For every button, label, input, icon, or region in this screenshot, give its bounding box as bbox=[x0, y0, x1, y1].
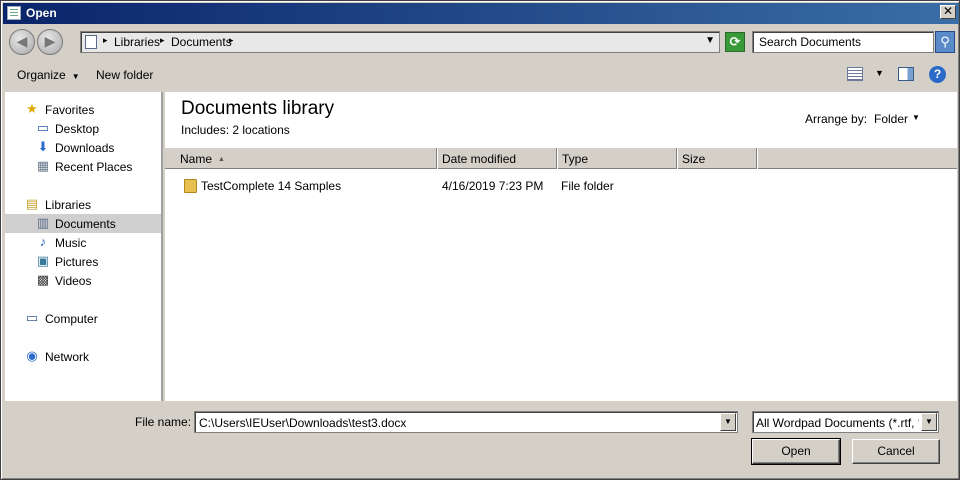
column-label: Name bbox=[180, 152, 213, 166]
nav-label: Computer bbox=[45, 312, 98, 326]
file-list-pane: Documents library Includes: 2 locations … bbox=[165, 92, 957, 401]
sort-ascending-icon: ▲ bbox=[218, 156, 225, 164]
breadcrumb-documents[interactable]: Documents bbox=[171, 35, 232, 49]
nav-label: Recent Places bbox=[55, 160, 133, 174]
open-dialog: Open ✕ ◀ ▶ ▸ Libraries ▸ Documents ▸ ▼ ⟳… bbox=[0, 0, 960, 480]
nav-item-videos[interactable]: ▩ Videos bbox=[5, 271, 161, 290]
caret-down-icon[interactable]: ▼ bbox=[912, 113, 920, 122]
close-button[interactable]: ✕ bbox=[940, 5, 956, 19]
caret-down-icon: ▼ bbox=[71, 72, 80, 81]
cancel-button[interactable]: Cancel bbox=[852, 439, 940, 464]
nav-label: Desktop bbox=[55, 122, 100, 136]
forward-arrow-icon: ▶ bbox=[44, 33, 56, 49]
nav-item-downloads[interactable]: ⬇ Downloads bbox=[5, 138, 161, 157]
nav-item-libraries[interactable]: ▤ Libraries bbox=[5, 195, 161, 214]
column-header-type[interactable]: Type bbox=[557, 148, 677, 169]
view-options-caret-icon[interactable]: ▼ bbox=[875, 68, 884, 78]
file-name-input[interactable]: C:\Users\IEUser\Downloads\test3.docx ▼ bbox=[194, 411, 738, 433]
search-icon: ⚲ bbox=[940, 34, 950, 49]
nav-label: Network bbox=[45, 350, 90, 364]
library-title: Documents library bbox=[181, 98, 335, 119]
star-icon: ★ bbox=[26, 101, 38, 116]
file-name-value: C:\Users\IEUser\Downloads\test3.docx bbox=[199, 416, 407, 430]
nav-item-music[interactable]: ♪ Music bbox=[5, 233, 161, 252]
search-button[interactable]: ⚲ bbox=[935, 31, 955, 53]
file-name-dropdown-icon[interactable]: ▼ bbox=[720, 413, 736, 431]
music-icon: ♪ bbox=[39, 234, 47, 249]
nav-label: Favorites bbox=[45, 103, 95, 117]
documents-icon: ▥ bbox=[36, 215, 50, 230]
library-icon bbox=[85, 35, 97, 49]
file-date-modified: 4/16/2019 7:23 PM bbox=[442, 179, 544, 193]
back-arrow-icon: ◀ bbox=[16, 33, 28, 49]
search-input[interactable]: Search Documents bbox=[752, 31, 934, 53]
recent-places-icon: ▦ bbox=[36, 158, 50, 173]
back-button[interactable]: ◀ bbox=[9, 29, 35, 55]
command-bar: Organize ▼ New folder ▼ ? bbox=[5, 60, 957, 90]
column-header-size[interactable]: Size bbox=[677, 148, 757, 169]
arrange-by-label: Arrange by: bbox=[805, 112, 868, 126]
navigation-pane: ★ Favorites ▭ Desktop ⬇ Downloads ▦ Rece… bbox=[5, 92, 163, 401]
nav-label: Videos bbox=[55, 274, 92, 288]
organize-label: Organize bbox=[17, 68, 66, 82]
file-name-label: File name: bbox=[135, 415, 192, 429]
folder-icon bbox=[184, 179, 197, 193]
address-bar[interactable]: ▸ Libraries ▸ Documents ▸ ▼ bbox=[80, 31, 720, 53]
nav-item-desktop[interactable]: ▭ Desktop bbox=[5, 119, 161, 138]
breadcrumb-libraries[interactable]: Libraries bbox=[114, 35, 160, 49]
nav-item-network[interactable]: ◉ Network bbox=[5, 347, 161, 366]
pictures-icon: ▣ bbox=[36, 253, 50, 268]
nav-label: Downloads bbox=[55, 141, 115, 155]
computer-icon: ▭ bbox=[25, 310, 39, 325]
wordpad-icon bbox=[7, 6, 21, 20]
file-type-dropdown-icon[interactable]: ▼ bbox=[921, 413, 937, 431]
nav-item-pictures[interactable]: ▣ Pictures bbox=[5, 252, 161, 271]
network-icon: ◉ bbox=[26, 348, 38, 363]
arrange-by-dropdown[interactable]: Folder bbox=[874, 112, 908, 126]
library-includes: Includes: 2 locations bbox=[181, 123, 290, 137]
nav-label: Libraries bbox=[45, 198, 92, 212]
file-type-filter[interactable]: All Wordpad Documents (*.rtf, * ▼ bbox=[752, 411, 939, 433]
downloads-icon: ⬇ bbox=[37, 139, 49, 154]
includes-label: Includes: bbox=[181, 123, 230, 137]
table-row[interactable]: TestComplete 14 Samples 4/16/2019 7:23 P… bbox=[165, 176, 957, 196]
nav-item-recent-places[interactable]: ▦ Recent Places bbox=[5, 157, 161, 176]
address-dropdown-icon[interactable]: ▼ bbox=[705, 35, 715, 46]
column-header-name[interactable]: Name ▲ bbox=[165, 148, 437, 169]
nav-item-documents[interactable]: ▥ Documents bbox=[5, 214, 161, 233]
column-header-date-modified[interactable]: Date modified bbox=[437, 148, 557, 169]
help-icon[interactable]: ? bbox=[929, 66, 946, 83]
refresh-icon: ⟳ bbox=[729, 34, 741, 49]
change-view-icon[interactable] bbox=[847, 67, 863, 81]
file-name: TestComplete 14 Samples bbox=[201, 179, 342, 193]
chevron-right-icon[interactable]: ▸ bbox=[103, 35, 108, 46]
nav-label: Pictures bbox=[55, 255, 99, 269]
nav-label: Music bbox=[55, 236, 87, 250]
nav-item-favorites[interactable]: ★ Favorites bbox=[5, 100, 161, 119]
new-folder-button[interactable]: New folder bbox=[96, 68, 153, 82]
includes-locations-link[interactable]: 2 locations bbox=[232, 123, 289, 137]
libraries-icon: ▤ bbox=[25, 196, 39, 211]
organize-button[interactable]: Organize ▼ bbox=[17, 68, 80, 82]
nav-item-computer[interactable]: ▭ Computer bbox=[5, 309, 161, 328]
title-bar: Open ✕ bbox=[3, 3, 959, 24]
file-type-filter-value: All Wordpad Documents (*.rtf, * bbox=[756, 416, 919, 430]
forward-button[interactable]: ▶ bbox=[37, 29, 63, 55]
chevron-right-icon[interactable]: ▸ bbox=[229, 35, 234, 46]
preview-pane-icon[interactable] bbox=[898, 67, 914, 81]
column-header-row: Name ▲ Date modified Type Size bbox=[165, 147, 957, 169]
open-button[interactable]: Open bbox=[751, 438, 841, 465]
file-type: File folder bbox=[561, 179, 614, 193]
desktop-icon: ▭ bbox=[36, 120, 50, 135]
chevron-right-icon[interactable]: ▸ bbox=[160, 35, 165, 46]
videos-icon: ▩ bbox=[36, 272, 50, 287]
nav-label: Documents bbox=[55, 217, 116, 231]
refresh-button[interactable]: ⟳ bbox=[725, 32, 745, 52]
window-title: Open bbox=[26, 6, 57, 20]
